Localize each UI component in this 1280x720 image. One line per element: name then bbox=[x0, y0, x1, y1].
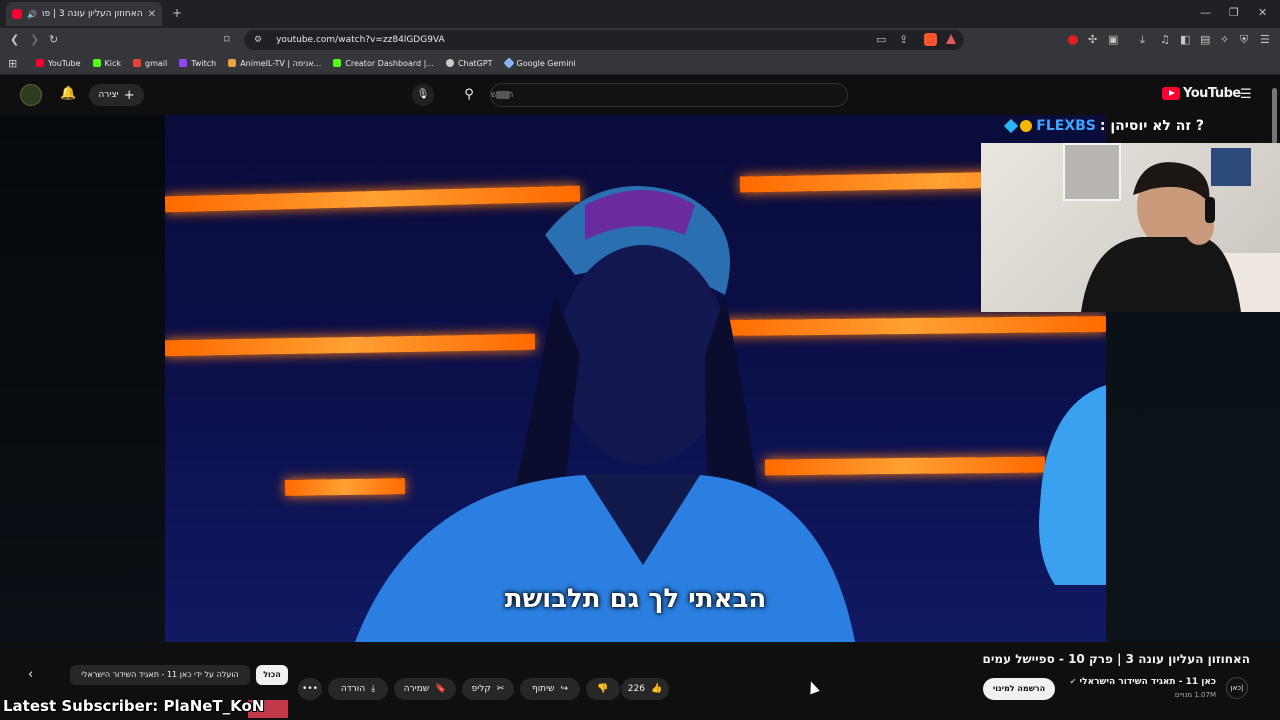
wallet-icon[interactable]: ▤ bbox=[1200, 33, 1210, 46]
adblock-extension-icon[interactable] bbox=[1068, 35, 1078, 45]
subscribe-button[interactable]: הרשמה למינוי bbox=[983, 678, 1055, 700]
thumbs-down-icon: 👎 bbox=[597, 684, 609, 694]
chevron-left-icon[interactable]: ‹ bbox=[28, 667, 33, 682]
page-scrollbar[interactable] bbox=[1272, 88, 1277, 144]
plus-icon: + bbox=[123, 87, 135, 103]
back-icon[interactable]: ❮ bbox=[10, 33, 19, 46]
download-icon[interactable]: ⤓ bbox=[1140, 33, 1145, 47]
apps-grid-icon[interactable]: ⊞ bbox=[8, 57, 17, 70]
bookmark-save-icon: 🔖 bbox=[435, 684, 447, 694]
browser-menu-icon[interactable]: ☰ bbox=[1260, 33, 1270, 46]
share-button[interactable]: שיתוף ↪ bbox=[520, 678, 580, 700]
minimize-icon[interactable]: — bbox=[1200, 6, 1211, 19]
channel-avatar[interactable]: כאן| bbox=[1226, 677, 1248, 699]
scissors-icon: ✂ bbox=[496, 684, 505, 694]
new-tab-icon[interactable]: + bbox=[172, 6, 182, 20]
sidebar-icon[interactable]: ◧ bbox=[1180, 33, 1190, 46]
rewards-icon[interactable] bbox=[946, 34, 956, 44]
forward-icon[interactable]: ❯ bbox=[30, 33, 39, 46]
search-icon[interactable]: ⚲ bbox=[452, 83, 486, 107]
youtube-favicon-icon bbox=[12, 9, 22, 19]
contestant-figure bbox=[355, 186, 855, 642]
voice-search-mic-icon[interactable]: 🎙 bbox=[412, 84, 434, 106]
share-page-icon[interactable]: ⇪ bbox=[899, 33, 908, 46]
bookmark-kick[interactable]: Kick bbox=[92, 59, 121, 68]
cast-icon[interactable]: ▭ bbox=[876, 33, 886, 46]
more-dots-icon: ••• bbox=[302, 684, 318, 694]
bookmark-youtube[interactable]: YouTube bbox=[36, 59, 81, 68]
streamer-webcam bbox=[981, 143, 1280, 312]
screenshot-icon[interactable]: ▣ bbox=[1108, 33, 1118, 46]
bookmark-creator-dashboard[interactable]: Creator Dashboard |... bbox=[333, 59, 434, 68]
thumbs-up-icon: 👍 bbox=[650, 684, 663, 694]
site-info-icon[interactable]: ⚙ bbox=[254, 35, 262, 45]
vpn-icon[interactable]: ⛨ bbox=[1240, 33, 1248, 47]
bookmark-twitch[interactable]: Twitch bbox=[179, 59, 216, 68]
leo-ai-icon[interactable]: ✧ bbox=[1220, 33, 1229, 46]
browser-tab-strip bbox=[0, 0, 1280, 28]
reload-icon[interactable]: ↻ bbox=[49, 33, 58, 46]
chip-all[interactable]: הכול bbox=[256, 665, 288, 685]
verified-badge-icon: ✔ bbox=[1069, 677, 1077, 686]
dislike-button[interactable]: 👎 bbox=[586, 678, 620, 700]
bookmark-icon[interactable]: ⌑ bbox=[224, 33, 230, 46]
browser-tab[interactable]: 🔊 האחוזון העליון עונה 3 | פרק 10 ✕ bbox=[6, 2, 162, 26]
video-left-background bbox=[0, 115, 165, 642]
stream-overlay-title: ? זה לא יוסיהן : FLEXBS bbox=[990, 118, 1204, 134]
video-right-background bbox=[1106, 312, 1280, 642]
save-button[interactable]: שמירה 🔖 bbox=[394, 678, 456, 700]
video-subtitle: הבאתי לך גם תלבושת bbox=[504, 584, 767, 614]
tab-title: האחוזון העליון עונה 3 | פרק 10 bbox=[41, 9, 143, 19]
like-count: 226 bbox=[627, 684, 645, 694]
speaker-icon[interactable]: 🔊 bbox=[27, 10, 37, 19]
subscriber-count: 1.07M מנויים bbox=[1174, 691, 1216, 699]
chip-uploaded-by[interactable]: הועלה על ידי כאן 11 - תאגיד השידור הישרא… bbox=[70, 665, 250, 685]
bookmark-gmail[interactable]: gmail bbox=[133, 59, 167, 68]
download-button[interactable]: הורדה ⤓ bbox=[328, 678, 388, 700]
download-arrow-icon: ⤓ bbox=[371, 684, 376, 694]
brave-shield-icon[interactable] bbox=[924, 33, 937, 46]
clip-button[interactable]: קליפ ✂ bbox=[462, 678, 514, 700]
create-button[interactable]: יצירה + bbox=[89, 84, 144, 106]
bookmarks-bar: YouTube Kick gmail Twitch AnimeIL-TV | א… bbox=[0, 52, 1280, 75]
youtube-play-logo-icon bbox=[1162, 87, 1180, 100]
more-actions-button[interactable]: ••• bbox=[298, 678, 322, 700]
bookmark-animeil[interactable]: AnimeIL-TV | אנימה... bbox=[228, 59, 321, 68]
address-bar[interactable]: ⚙ youtube.com/watch?v=zz84lGDG9VA bbox=[244, 30, 964, 50]
stream-subscriber-banner: Latest Subscriber: PlaNeT_KoN bbox=[3, 697, 265, 715]
side-person-shoulder bbox=[1039, 385, 1106, 585]
user-avatar[interactable] bbox=[20, 84, 42, 106]
streamer-figure bbox=[1081, 162, 1241, 312]
media-icon[interactable]: ♫ bbox=[1160, 33, 1170, 46]
search-input[interactable]: חיפוש bbox=[490, 83, 848, 107]
youtube-logo[interactable]: YouTube bbox=[1162, 86, 1241, 101]
video-player[interactable] bbox=[165, 115, 1106, 642]
face-shape bbox=[558, 245, 728, 465]
extensions-icon[interactable]: ✣ bbox=[1088, 33, 1097, 46]
close-tab-icon[interactable]: ✕ bbox=[148, 9, 156, 20]
video-title: האחוזון העליון עונה 3 | פרק 10 - ספיישל … bbox=[982, 652, 1250, 666]
like-button[interactable]: 226 👍 bbox=[621, 678, 669, 700]
gem-icon bbox=[1004, 118, 1019, 134]
bookmark-gemini[interactable]: Google Gemini bbox=[502, 57, 576, 69]
url-text: youtube.com/watch?v=zz84lGDG9VA bbox=[276, 35, 445, 45]
notifications-bell-icon[interactable]: 🔔 bbox=[60, 86, 76, 101]
restore-icon[interactable]: ❐ bbox=[1229, 6, 1239, 19]
hamburger-menu-icon[interactable]: ☰ bbox=[1240, 87, 1252, 102]
mouse-cursor-icon bbox=[806, 679, 820, 695]
close-window-icon[interactable]: ✕ bbox=[1258, 6, 1267, 19]
channel-name[interactable]: כאן 11 - תאגיד השידור הישראלי ✔ bbox=[1060, 677, 1216, 687]
keyboard-icon[interactable] bbox=[496, 91, 510, 99]
share-arrow-icon: ↪ bbox=[560, 684, 569, 694]
bookmark-chatgpt[interactable]: ChatGPT bbox=[445, 59, 493, 68]
coin-icon bbox=[1020, 120, 1033, 132]
